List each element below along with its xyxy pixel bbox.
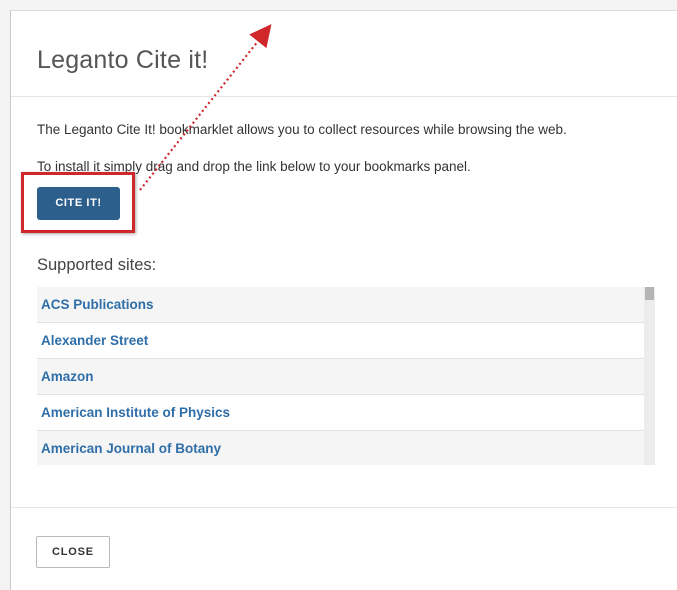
- intro-text: The Leganto Cite It! bookmarklet allows …: [37, 122, 567, 137]
- modal-title: Leganto Cite it!: [37, 46, 209, 74]
- site-link[interactable]: American Journal of Botany: [37, 431, 644, 465]
- sites-scrollbar[interactable]: [644, 287, 655, 465]
- site-link[interactable]: Amazon: [37, 359, 644, 395]
- supported-sites-list[interactable]: ACS Publications Alexander Street Amazon…: [37, 287, 655, 465]
- modal-header: Leganto Cite it!: [11, 11, 677, 97]
- modal-footer: CLOSE: [11, 507, 677, 590]
- site-link[interactable]: ACS Publications: [37, 287, 644, 323]
- site-link[interactable]: American Institute of Physics: [37, 395, 644, 431]
- cite-it-button[interactable]: CITE IT!: [37, 187, 120, 220]
- close-button[interactable]: CLOSE: [36, 536, 110, 568]
- page: Leganto Cite it! The Leganto Cite It! bo…: [0, 0, 677, 590]
- scrollbar-thumb[interactable]: [645, 287, 654, 300]
- supported-sites-label: Supported sites:: [37, 256, 157, 274]
- cite-it-modal: Leganto Cite it! The Leganto Cite It! bo…: [10, 10, 677, 590]
- site-link[interactable]: Alexander Street: [37, 323, 644, 359]
